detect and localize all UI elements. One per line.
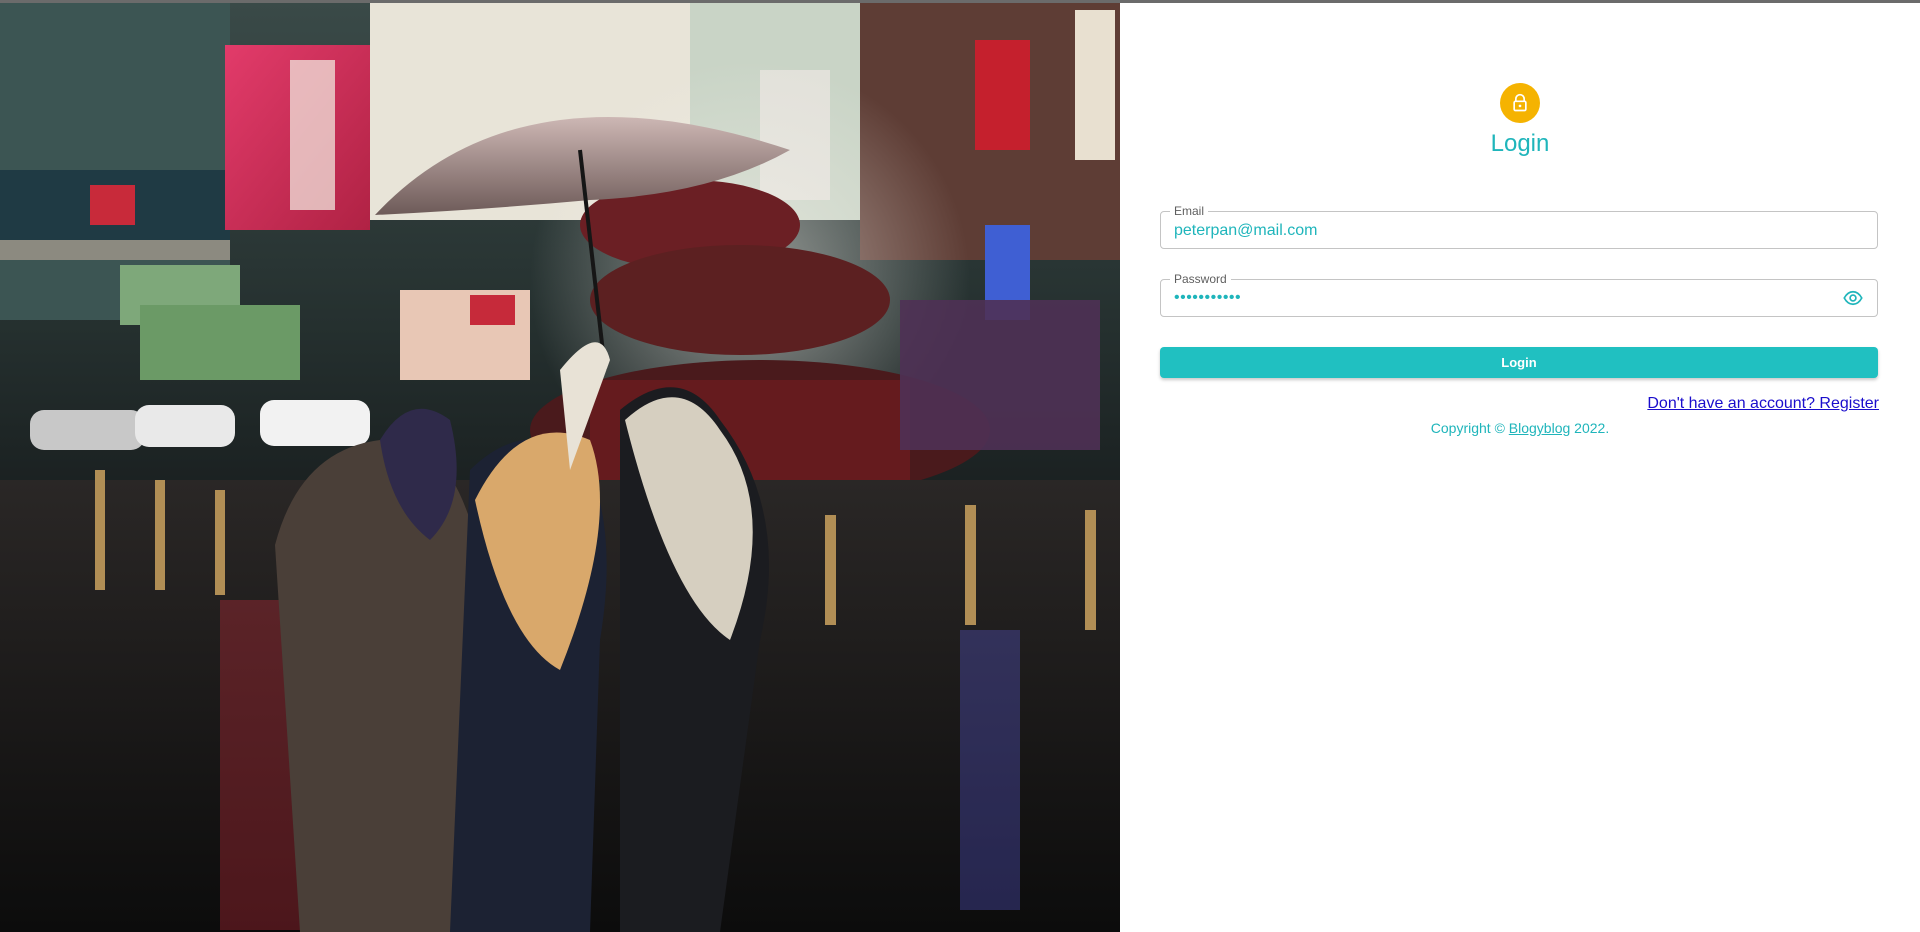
email-field[interactable]: Email peterpan@mail.com	[1160, 204, 1878, 249]
login-panel: Login Email peterpan@mail.com Password •…	[1120, 0, 1920, 932]
register-link[interactable]: Don't have an account? Register	[1647, 395, 1879, 413]
email-label: Email	[1170, 204, 1209, 218]
window-top-border	[0, 0, 1920, 3]
password-input[interactable]: •••••••••••	[1174, 289, 1241, 307]
copyright: Copyright © Blogyblog 2022.	[1120, 420, 1920, 436]
lock-icon	[1513, 93, 1527, 112]
brand-link[interactable]: Blogyblog	[1509, 420, 1571, 436]
page-title: Login	[1490, 130, 1550, 157]
eye-icon[interactable]	[1842, 288, 1864, 308]
lock-avatar	[1500, 83, 1540, 123]
email-input[interactable]: peterpan@mail.com	[1174, 222, 1317, 240]
hero-image	[0, 0, 1120, 932]
password-field[interactable]: Password •••••••••••	[1160, 272, 1878, 317]
copyright-year: 2022.	[1570, 420, 1610, 436]
login-button[interactable]: Login	[1160, 347, 1878, 378]
password-label: Password	[1170, 272, 1231, 286]
copyright-prefix: Copyright ©	[1430, 420, 1509, 436]
